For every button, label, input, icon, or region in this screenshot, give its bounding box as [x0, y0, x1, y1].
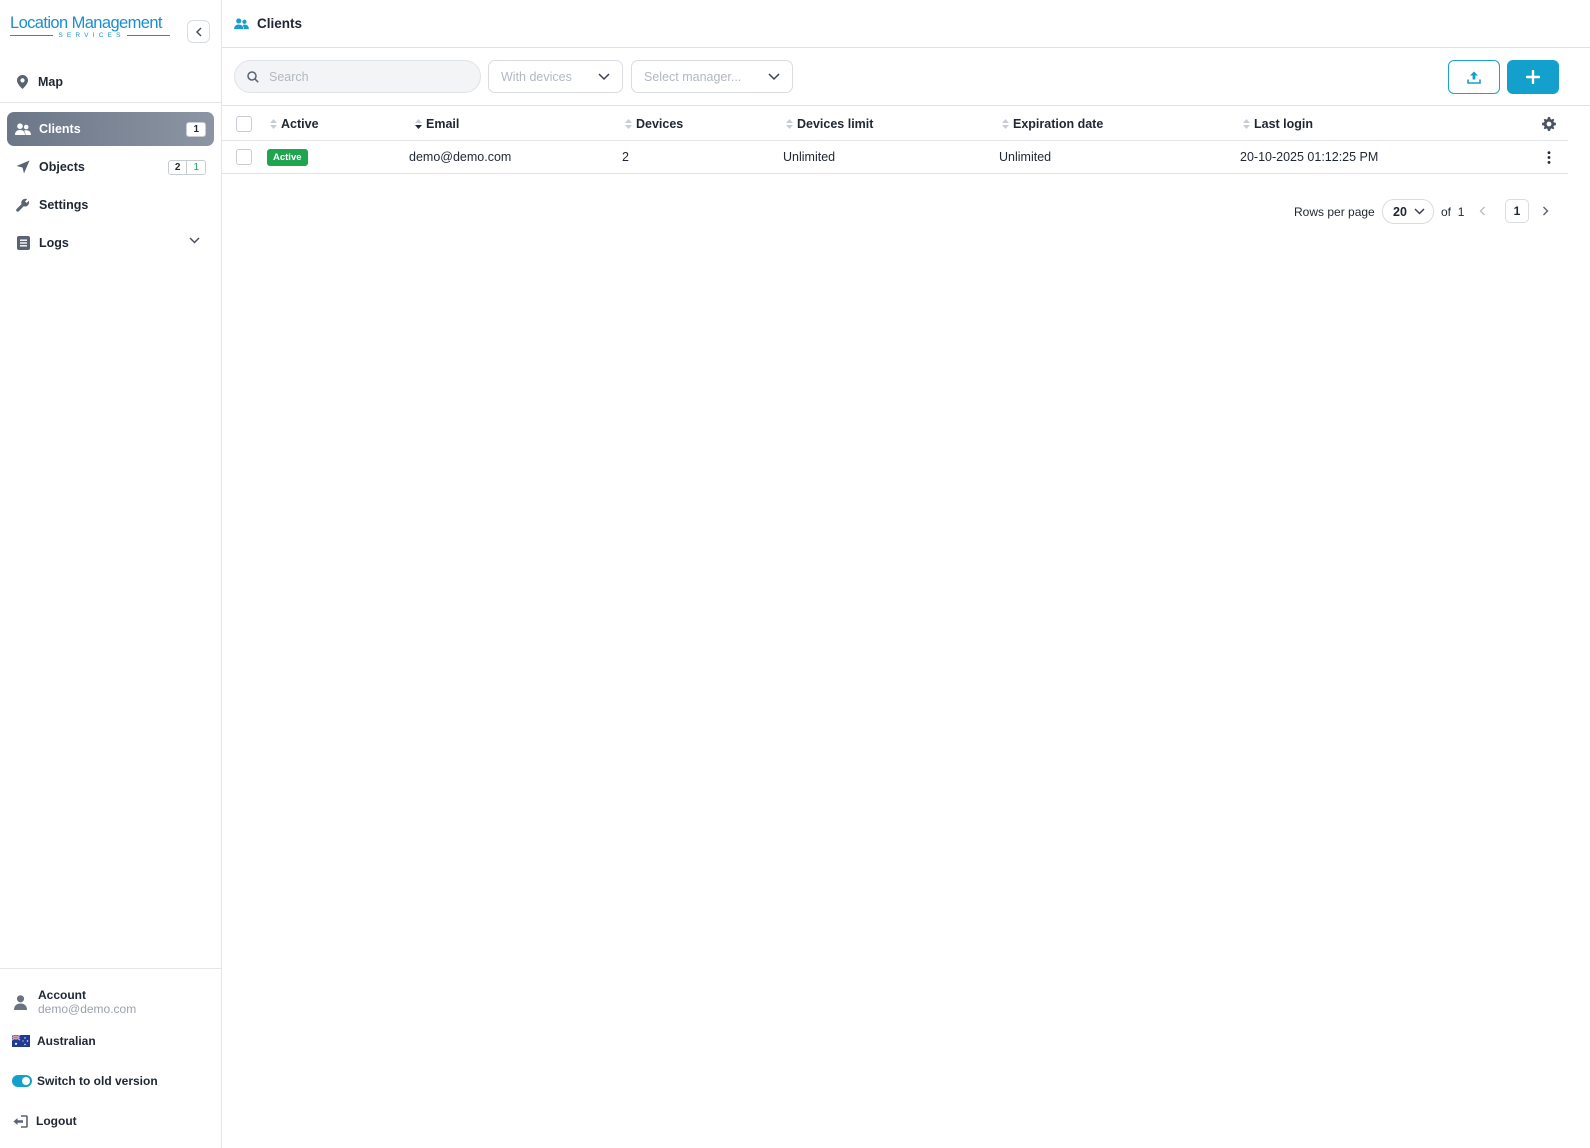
sort-icon — [786, 118, 793, 129]
sort-icon — [1002, 118, 1009, 129]
status-badge: Active — [267, 148, 308, 166]
rows-per-page-select[interactable]: 20 — [1382, 199, 1434, 224]
toggle-switch[interactable] — [12, 1075, 32, 1087]
users-icon — [234, 17, 249, 30]
sidebar-item-logs[interactable]: Logs — [7, 226, 214, 260]
of-label: of — [1441, 205, 1452, 219]
search-input[interactable] — [269, 69, 459, 84]
sidebar: Location Management SERVICES Map Clients… — [0, 0, 222, 1148]
chevron-down-icon — [1414, 208, 1425, 215]
clients-table: Active Email Devices Devices limit Expir… — [222, 107, 1568, 174]
column-header-devices-limit[interactable]: Devices limit — [786, 107, 873, 140]
users-icon — [15, 121, 31, 137]
sidebar-item-label: Map — [38, 75, 63, 89]
sidebar-item-map[interactable]: Map — [0, 62, 221, 102]
location-arrow-icon — [15, 159, 31, 175]
search-box — [234, 60, 481, 93]
australia-flag-icon — [12, 1035, 30, 1047]
chevron-left-icon — [195, 26, 202, 37]
table-header: Active Email Devices Devices limit Expir… — [222, 107, 1568, 141]
column-header-email[interactable]: Email — [415, 107, 459, 140]
page-header: Clients — [222, 0, 1590, 48]
page-button-current[interactable]: 1 — [1505, 199, 1529, 223]
list-icon — [15, 235, 31, 251]
cell-devices-limit: Unlimited — [783, 150, 836, 164]
column-header-devices[interactable]: Devices — [625, 107, 683, 140]
main-content: Clients With devices Select manager... A… — [222, 0, 1590, 1148]
gear-icon — [1542, 116, 1556, 131]
next-page-button[interactable] — [1542, 203, 1549, 219]
logo-title: Location Management — [10, 14, 162, 32]
column-header-active[interactable]: Active — [270, 107, 319, 140]
plus-icon — [1526, 70, 1540, 84]
row-checkbox[interactable] — [236, 149, 252, 165]
cell-email: demo@demo.com — [409, 150, 512, 164]
sidebar-item-settings[interactable]: Settings — [7, 188, 214, 222]
cell-expiration-date: Unlimited — [999, 150, 1052, 164]
chevron-down-icon — [768, 73, 780, 81]
previous-page-button[interactable] — [1479, 203, 1486, 219]
add-client-button[interactable] — [1507, 60, 1559, 94]
import-button[interactable] — [1448, 60, 1500, 94]
pagination: Rows per page 20 of 1 1 — [222, 199, 1568, 225]
sidebar-item-label: Clients — [39, 122, 81, 136]
column-settings-button[interactable] — [1542, 107, 1556, 140]
account-item[interactable]: Account demo@demo.com — [12, 988, 136, 1016]
devices-filter-select[interactable]: With devices — [488, 60, 623, 93]
account-email: demo@demo.com — [38, 1002, 137, 1016]
column-header-last-login[interactable]: Last login — [1243, 107, 1313, 140]
sidebar-item-label: Objects — [39, 160, 85, 174]
divider — [0, 102, 221, 103]
divider — [0, 968, 221, 969]
manager-filter-value: Select manager... — [644, 69, 742, 84]
logout-label: Logout — [36, 1114, 77, 1128]
table-row[interactable]: Active demo@demo.com 2 Unlimited Unlimit… — [222, 141, 1568, 174]
rows-per-page-label: Rows per page — [1294, 205, 1375, 219]
logout-icon — [12, 1114, 28, 1128]
search-icon — [247, 70, 259, 83]
wrench-icon — [15, 197, 31, 213]
toggle-label: Switch to old version — [37, 1074, 158, 1088]
total-pages: 1 — [1457, 205, 1465, 219]
cell-devices: 2 — [622, 150, 629, 164]
count-badge: 2 1 — [167, 160, 206, 175]
sidebar-item-label: Settings — [39, 198, 89, 212]
sidebar-item-objects[interactable]: Objects 2 1 — [7, 150, 214, 184]
user-icon — [12, 994, 28, 1010]
language-label: Australian — [37, 1034, 96, 1048]
manager-filter-select[interactable]: Select manager... — [631, 60, 793, 93]
collapse-sidebar-button[interactable] — [187, 20, 210, 43]
sort-icon — [270, 118, 277, 129]
chevron-down-icon — [189, 237, 200, 244]
chevron-down-icon — [598, 73, 610, 81]
chevron-left-icon — [1479, 206, 1485, 216]
logo[interactable]: Location Management SERVICES — [10, 14, 171, 46]
upload-icon — [1467, 71, 1481, 84]
logo-subtitle: SERVICES — [58, 32, 125, 39]
chevron-right-icon — [1543, 206, 1549, 216]
logout-item[interactable]: Logout — [12, 1114, 77, 1128]
sort-descending-icon — [415, 118, 422, 129]
rows-per-page-value: 20 — [1393, 204, 1407, 219]
sort-icon — [625, 118, 632, 129]
sidebar-nav: Clients 1 Objects 2 1 Settings Logs — [7, 112, 214, 264]
map-pin-icon — [14, 74, 30, 90]
more-vertical-icon — [1547, 150, 1551, 164]
account-label: Account — [38, 988, 86, 1002]
old-version-toggle[interactable]: Switch to old version — [12, 1074, 158, 1088]
select-all-checkbox[interactable] — [236, 115, 252, 132]
sort-icon — [1243, 118, 1250, 129]
language-selector[interactable]: Australian — [12, 1034, 96, 1048]
toolbar: With devices Select manager... — [222, 48, 1590, 106]
column-header-expiration-date[interactable]: Expiration date — [1002, 107, 1103, 140]
sidebar-item-clients[interactable]: Clients 1 — [7, 112, 214, 146]
row-actions-button[interactable] — [1547, 141, 1551, 173]
devices-filter-value: With devices — [501, 69, 572, 84]
page-title: Clients — [257, 16, 303, 31]
sidebar-item-label: Logs — [39, 236, 69, 250]
cell-last-login: 20-10-2025 01:12:25 PM — [1240, 150, 1379, 164]
count-badge: 1 — [186, 122, 206, 137]
